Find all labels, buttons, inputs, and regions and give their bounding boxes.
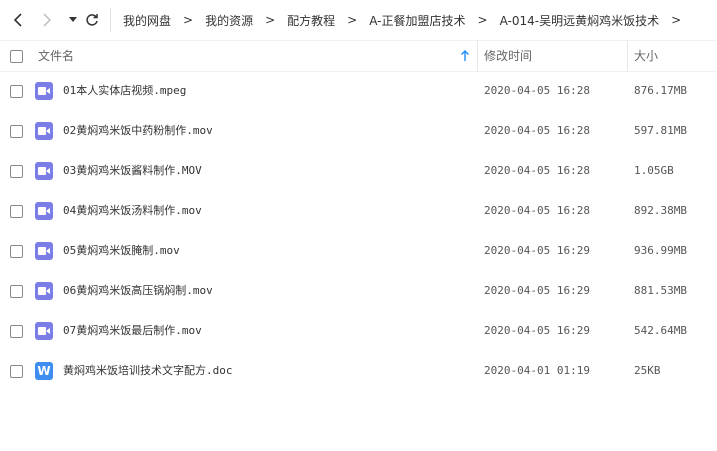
sort-ascending-icon[interactable] — [459, 50, 471, 62]
word-doc-icon: W — [35, 362, 53, 380]
row-checkbox[interactable] — [10, 245, 23, 258]
file-list-header: 文件名 修改时间 大小 — [0, 40, 717, 72]
breadcrumb-item-franchise-tech[interactable]: A-正餐加盟店技术 — [363, 12, 471, 29]
navigation-bar: 我的网盘 > 我的资源 > 配方教程 > A-正餐加盟店技术 > A-014-吴… — [0, 0, 717, 40]
caret-down-icon — [69, 17, 77, 22]
chevron-right-icon — [43, 13, 52, 27]
row-checkbox[interactable] — [10, 165, 23, 178]
row-checkbox[interactable] — [10, 325, 23, 338]
column-header-size[interactable]: 大小 — [634, 41, 658, 71]
column-header-modified[interactable]: 修改时间 — [484, 41, 532, 71]
back-button[interactable] — [8, 10, 28, 30]
file-list: 01本人实体店视频.mpeg 2020-04-05 16:28 876.17MB… — [0, 71, 717, 391]
file-modified: 2020-04-05 16:29 — [484, 324, 590, 337]
breadcrumb-separator[interactable]: > — [665, 13, 687, 27]
file-row[interactable]: 06黄焖鸡米饭高压锅焖制.mov 2020-04-05 16:29 881.53… — [0, 271, 717, 311]
select-all-checkbox[interactable] — [10, 50, 23, 63]
chevron-left-icon — [13, 13, 22, 27]
video-file-icon — [35, 282, 53, 300]
column-header-name[interactable]: 文件名 — [38, 41, 74, 71]
file-modified: 2020-04-05 16:29 — [484, 244, 590, 257]
file-row[interactable]: 01本人实体店视频.mpeg 2020-04-05 16:28 876.17MB — [0, 71, 717, 111]
file-row[interactable]: W 黄焖鸡米饭培训技术文字配方.doc 2020-04-01 01:19 25K… — [0, 351, 717, 391]
forward-button[interactable] — [37, 10, 57, 30]
breadcrumb-item-my-drive[interactable]: 我的网盘 — [117, 12, 177, 29]
row-checkbox[interactable] — [10, 85, 23, 98]
file-name: 黄焖鸡米饭培训技术文字配方.doc — [63, 364, 233, 377]
file-name: 03黄焖鸡米饭酱料制作.MOV — [63, 164, 202, 177]
nav-divider — [110, 8, 111, 32]
file-size: 1.05GB — [634, 164, 674, 177]
file-size: 892.38MB — [634, 204, 687, 217]
file-name: 07黄焖鸡米饭最后制作.mov — [63, 324, 202, 337]
file-row[interactable]: 02黄焖鸡米饭中药粉制作.mov 2020-04-05 16:28 597.81… — [0, 111, 717, 151]
refresh-icon — [86, 14, 98, 26]
file-modified: 2020-04-05 16:28 — [484, 84, 590, 97]
file-modified: 2020-04-05 16:29 — [484, 284, 590, 297]
row-checkbox[interactable] — [10, 125, 23, 138]
breadcrumb-separator: > — [183, 13, 194, 27]
file-modified: 2020-04-05 16:28 — [484, 204, 590, 217]
breadcrumb-separator: > — [477, 13, 488, 27]
video-file-icon — [35, 242, 53, 260]
file-row[interactable]: 03黄焖鸡米饭酱料制作.MOV 2020-04-05 16:28 1.05GB — [0, 151, 717, 191]
video-file-icon — [35, 82, 53, 100]
history-dropdown-button[interactable] — [63, 10, 83, 30]
file-size: 881.53MB — [634, 284, 687, 297]
file-size: 936.99MB — [634, 244, 687, 257]
file-name: 06黄焖鸡米饭高压锅焖制.mov — [63, 284, 213, 297]
breadcrumb-separator: > — [347, 13, 358, 27]
breadcrumb-separator: > — [265, 13, 276, 27]
file-name: 02黄焖鸡米饭中药粉制作.mov — [63, 124, 213, 137]
video-file-icon — [35, 122, 53, 140]
file-name: 01本人实体店视频.mpeg — [63, 84, 187, 97]
video-file-icon — [35, 202, 53, 220]
breadcrumb-item-current-folder[interactable]: A-014-吴明远黄焖鸡米饭技术 — [494, 12, 666, 29]
row-checkbox[interactable] — [10, 285, 23, 298]
row-checkbox[interactable] — [10, 365, 23, 378]
file-modified: 2020-04-05 16:28 — [484, 124, 590, 137]
file-name: 05黄焖鸡米饭腌制.mov — [63, 244, 180, 257]
row-checkbox[interactable] — [10, 205, 23, 218]
column-divider[interactable] — [477, 41, 478, 71]
breadcrumb-item-recipe-tutorials[interactable]: 配方教程 — [281, 12, 341, 29]
file-row[interactable]: 05黄焖鸡米饭腌制.mov 2020-04-05 16:29 936.99MB — [0, 231, 717, 271]
video-file-icon — [35, 322, 53, 340]
file-row[interactable]: 07黄焖鸡米饭最后制作.mov 2020-04-05 16:29 542.64M… — [0, 311, 717, 351]
file-name: 04黄焖鸡米饭汤料制作.mov — [63, 204, 202, 217]
column-divider[interactable] — [627, 41, 628, 71]
breadcrumb: 我的网盘 > 我的资源 > 配方教程 > A-正餐加盟店技术 > A-014-吴… — [117, 0, 687, 40]
file-size: 542.64MB — [634, 324, 687, 337]
file-size: 876.17MB — [634, 84, 687, 97]
refresh-button[interactable] — [82, 10, 102, 30]
file-size: 25KB — [634, 364, 661, 377]
file-row[interactable]: 04黄焖鸡米饭汤料制作.mov 2020-04-05 16:28 892.38M… — [0, 191, 717, 231]
breadcrumb-item-my-resources[interactable]: 我的资源 — [199, 12, 259, 29]
file-size: 597.81MB — [634, 124, 687, 137]
file-modified: 2020-04-05 16:28 — [484, 164, 590, 177]
video-file-icon — [35, 162, 53, 180]
file-modified: 2020-04-01 01:19 — [484, 364, 590, 377]
